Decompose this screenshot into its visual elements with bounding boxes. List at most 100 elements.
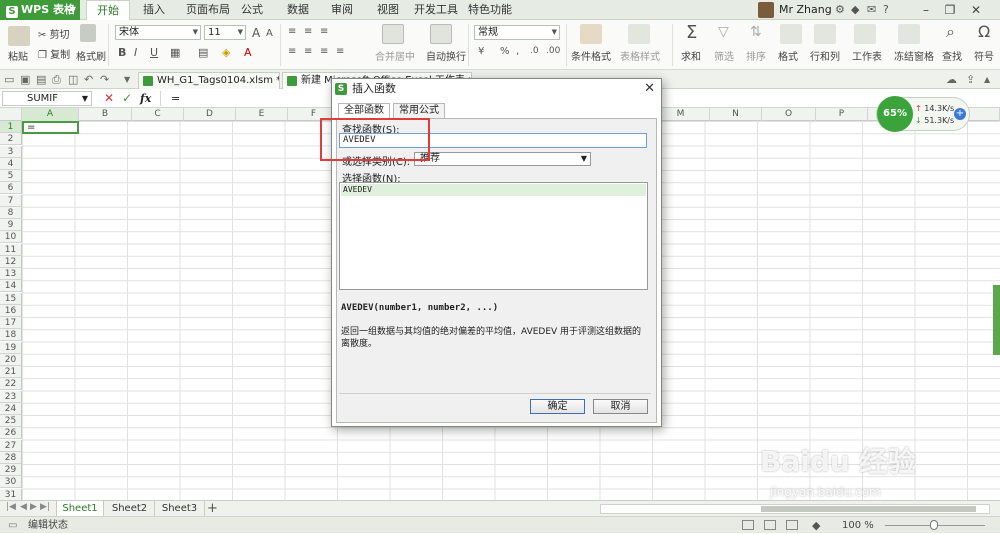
column-header[interactable]: N (710, 108, 762, 121)
align-top-icon[interactable]: ≡ (288, 26, 296, 37)
merge-center-label[interactable]: 合并居中 (375, 48, 415, 63)
column-header[interactable]: C (132, 108, 184, 121)
row-header[interactable]: 29 (0, 464, 22, 476)
row-header[interactable]: 2 (0, 133, 22, 146)
currency-icon[interactable]: ¥ (478, 46, 484, 57)
fx-icon[interactable]: fx (140, 91, 151, 106)
share-icon[interactable]: ⇪ (966, 73, 975, 86)
freeze-panes-label[interactable]: 冻结窗格 (894, 48, 934, 63)
row-header[interactable]: 15 (0, 292, 22, 305)
find-icon[interactable]: ⌕ (946, 22, 955, 42)
tab-review[interactable]: 审阅 (326, 0, 358, 20)
find-label[interactable]: 查找 (942, 48, 962, 63)
help-icon[interactable]: ? (883, 3, 889, 17)
row-header[interactable]: 30 (0, 476, 22, 489)
row-col-label[interactable]: 行和列 (810, 48, 840, 63)
align-center-icon[interactable]: ≡ (304, 46, 312, 57)
sort-label[interactable]: 排序 (746, 48, 766, 63)
scrollbar-thumb[interactable] (761, 506, 976, 512)
tab-formulas[interactable]: 公式 (236, 0, 268, 20)
horizontal-scrollbar[interactable] (600, 504, 990, 514)
active-cell-a1[interactable]: = (22, 121, 79, 134)
close-window-icon[interactable]: ✕ (965, 0, 987, 20)
sum-icon[interactable]: Σ (686, 22, 697, 43)
row-header[interactable]: 11 (0, 243, 22, 256)
row-col-icon[interactable] (814, 24, 836, 44)
sheet-tab-sheet1[interactable]: Sheet1 (56, 501, 104, 517)
cancel-formula-icon[interactable]: ✕ (104, 91, 114, 106)
paste-label[interactable]: 粘贴 (8, 48, 28, 63)
close-icon[interactable]: ✕ (644, 80, 655, 98)
row-header[interactable]: 31 (0, 488, 22, 500)
row-header[interactable]: 21 (0, 366, 22, 378)
preview-icon[interactable]: ◫ (68, 73, 78, 86)
select-all-corner[interactable] (0, 108, 22, 121)
cancel-button[interactable]: 取消 (593, 399, 648, 414)
column-header[interactable]: B (79, 108, 132, 121)
row-header[interactable]: 14 (0, 280, 22, 293)
zoom-level[interactable]: 100 % (842, 517, 874, 534)
conditional-format-icon[interactable] (580, 24, 602, 44)
next-sheet-icon[interactable]: ▶ (30, 502, 37, 512)
network-speed-widget[interactable]: 65% ↑ 14.3K/s ↓ 51.3K/s + (876, 96, 970, 132)
undo-icon[interactable]: ↶ (84, 73, 93, 86)
freeze-panes-icon[interactable] (898, 24, 920, 44)
skin-icon[interactable]: ◆ (851, 3, 859, 17)
user-name[interactable]: Mr Zhang (779, 0, 832, 20)
row-header[interactable]: 23 (0, 390, 22, 403)
row-header[interactable]: 16 (0, 304, 22, 317)
row-header[interactable]: 10 (0, 231, 22, 244)
row-header[interactable]: 5 (0, 170, 22, 182)
worksheet-icon[interactable] (854, 24, 876, 44)
last-sheet-icon[interactable]: ▶| (40, 502, 50, 512)
justify-icon[interactable]: ≡ (336, 46, 344, 57)
copy-button[interactable]: ❐ 复制 (38, 46, 70, 61)
font-size-select[interactable]: 11 ▼ (204, 25, 246, 40)
tab-special-features[interactable]: 特色功能 (464, 0, 516, 20)
row-header[interactable]: 1 (0, 121, 22, 133)
italic-icon[interactable]: I (134, 46, 137, 59)
worksheet-label[interactable]: 工作表 (852, 48, 882, 63)
merge-center-icon[interactable] (382, 24, 404, 44)
zoom-slider-thumb[interactable] (930, 520, 938, 530)
redo-icon[interactable]: ↷ (100, 73, 109, 86)
row-header[interactable]: 8 (0, 206, 22, 219)
row-header[interactable]: 20 (0, 353, 22, 366)
tab-view[interactable]: 视图 (372, 0, 404, 20)
column-header[interactable]: E (236, 108, 288, 121)
restore-icon[interactable]: ❐ (939, 0, 961, 20)
border-icon[interactable]: ▦ (170, 46, 180, 59)
message-icon[interactable]: ✉ (867, 3, 876, 17)
row-header[interactable]: 4 (0, 157, 22, 170)
side-panel-handle[interactable] (993, 285, 1000, 355)
cut-button[interactable]: ✂ 剪切 (38, 26, 70, 41)
decrease-decimal-icon[interactable]: .00 (546, 46, 560, 56)
app-menu-button[interactable]: S WPS 表格 ▼ (0, 0, 80, 20)
conditional-format-label[interactable]: 条件格式 (571, 48, 611, 63)
tab-page-layout[interactable]: 页面布局 (180, 0, 236, 20)
row-header[interactable]: 22 (0, 378, 22, 391)
bold-icon[interactable]: B (118, 46, 126, 59)
export-icon[interactable]: ▤ (36, 73, 46, 86)
tab-common-formulas[interactable]: 常用公式 (393, 103, 445, 118)
column-header[interactable]: D (184, 108, 236, 121)
row-header[interactable]: 19 (0, 341, 22, 354)
add-sheet-icon[interactable]: + (207, 501, 218, 516)
number-format-select[interactable]: 常规 ▼ (474, 25, 560, 40)
normal-view-icon[interactable] (742, 520, 754, 530)
grow-font-icon[interactable]: A (252, 26, 260, 40)
format-icon[interactable] (780, 24, 802, 44)
minimize-icon[interactable]: – (915, 0, 937, 20)
format-label[interactable]: 格式 (778, 48, 798, 63)
prev-sheet-icon[interactable]: ◀ (20, 502, 27, 512)
chevron-up-icon[interactable]: ▲ (984, 75, 990, 84)
tab-home[interactable]: 开始 (86, 0, 130, 21)
first-sheet-icon[interactable]: |◀ (6, 502, 16, 512)
list-item[interactable]: AVEDEV (341, 184, 646, 196)
align-right-icon[interactable]: ≡ (320, 46, 328, 57)
settings-icon[interactable]: ⚙ (835, 3, 845, 17)
table-style-label[interactable]: 表格样式 (620, 48, 660, 63)
increase-decimal-icon[interactable]: .0 (530, 46, 539, 56)
reading-mode-icon[interactable]: ◆ (812, 519, 820, 532)
doc-tab-1[interactable]: WH_G1_Tags0104.xlsm * (138, 72, 280, 89)
